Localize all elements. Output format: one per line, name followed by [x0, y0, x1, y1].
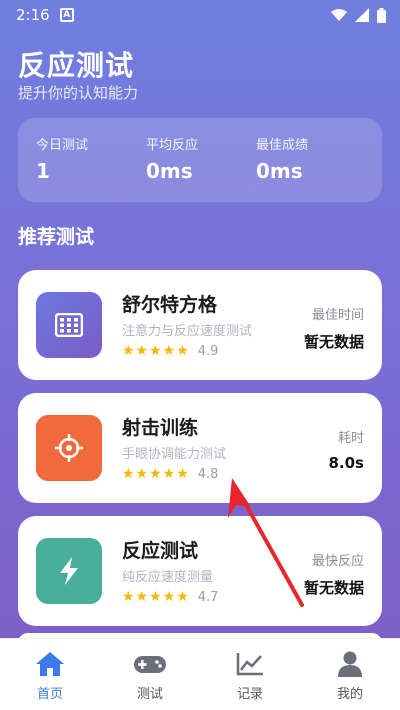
card-rating: ★★★★★ 4.7	[122, 589, 218, 605]
card-rating: ★★★★★ 4.8	[122, 466, 218, 482]
status-time: 2:16	[16, 6, 50, 24]
status-bar: 2:16 A	[0, 0, 400, 30]
page-subtitle: 提升你的认知能力	[18, 84, 139, 102]
star-rating-icon: ★★★★★	[122, 589, 190, 605]
nav-label: 记录	[236, 687, 263, 702]
gamepad-icon	[134, 656, 166, 673]
stat-label: 平均反应	[146, 138, 199, 153]
test-card-schulte-grid[interactable]: 舒尔特方格 注意力与反应速度测试 ★★★★★ 4.9 最佳时间 暂无数据	[18, 270, 382, 380]
stat-value: 0ms	[256, 159, 303, 183]
wifi-icon	[331, 9, 347, 21]
card-description: 注意力与反应速度测试	[122, 324, 253, 339]
metric-label: 最快反应	[311, 554, 364, 569]
nav-item-tests[interactable]: 测试	[100, 639, 200, 710]
metric-value: 暂无数据	[303, 579, 364, 597]
stat-value: 0ms	[146, 159, 193, 183]
stat-value: 1	[36, 159, 50, 183]
section-title-recommended: 推荐测试	[18, 226, 95, 248]
crosshair-icon	[36, 415, 102, 481]
metric-value: 暂无数据	[303, 333, 364, 351]
lightning-icon	[36, 538, 102, 604]
person-icon	[338, 651, 362, 677]
rating-score: 4.9	[197, 343, 219, 359]
test-card-reaction-test[interactable]: 反应测试 纯反应速度测量 ★★★★★ 4.7 最快反应 暂无数据	[18, 516, 382, 626]
signal-icon	[355, 8, 369, 22]
page-title: 反应测试	[18, 49, 135, 82]
card-description: 纯反应速度测量	[122, 570, 214, 585]
card-title: 反应测试	[122, 540, 199, 562]
chart-icon	[236, 653, 263, 676]
star-rating-icon: ★★★★★	[122, 343, 190, 359]
rating-score: 4.7	[197, 589, 219, 605]
star-rating-icon: ★★★★★	[122, 466, 190, 482]
nav-item-profile[interactable]: 我的	[300, 639, 400, 710]
nav-label: 我的	[336, 687, 363, 702]
metric-label: 耗时	[337, 431, 364, 446]
nav-item-records[interactable]: 记录	[200, 639, 300, 710]
stat-average-reaction: 平均反应 0ms	[146, 134, 198, 183]
battery-icon	[377, 7, 386, 23]
notification-a-icon: A	[59, 8, 74, 22]
card-title: 舒尔特方格	[122, 294, 218, 316]
card-rating: ★★★★★ 4.9	[122, 343, 218, 359]
metric-value: 8.0s	[328, 454, 364, 472]
nav-item-home[interactable]: 首页	[0, 639, 100, 710]
grid-icon	[36, 292, 102, 358]
card-title: 射击训练	[122, 417, 199, 439]
stat-label: 今日测试	[36, 138, 89, 153]
stat-today-tests: 今日测试 1	[36, 134, 88, 183]
metric-label: 最佳时间	[311, 308, 364, 323]
card-description: 手眼协调能力测试	[122, 447, 227, 462]
rating-score: 4.8	[197, 466, 219, 482]
card-metric: 耗时 8.0s	[328, 427, 364, 472]
stats-summary-card: 今日测试 1 平均反应 0ms 最佳成绩 0ms	[18, 118, 382, 202]
nav-label: 测试	[136, 687, 163, 702]
stat-label: 最佳成绩	[256, 138, 309, 153]
test-card-shooting-training[interactable]: 射击训练 手眼协调能力测试 ★★★★★ 4.8 耗时 8.0s	[18, 393, 382, 503]
stat-best-score: 最佳成绩 0ms	[256, 134, 308, 183]
nav-label: 首页	[36, 687, 63, 702]
home-icon	[36, 652, 64, 676]
card-metric: 最佳时间 暂无数据	[304, 304, 364, 352]
card-metric: 最快反应 暂无数据	[304, 550, 364, 598]
bottom-navigation: 首页 测试 记录 我的	[0, 638, 400, 710]
